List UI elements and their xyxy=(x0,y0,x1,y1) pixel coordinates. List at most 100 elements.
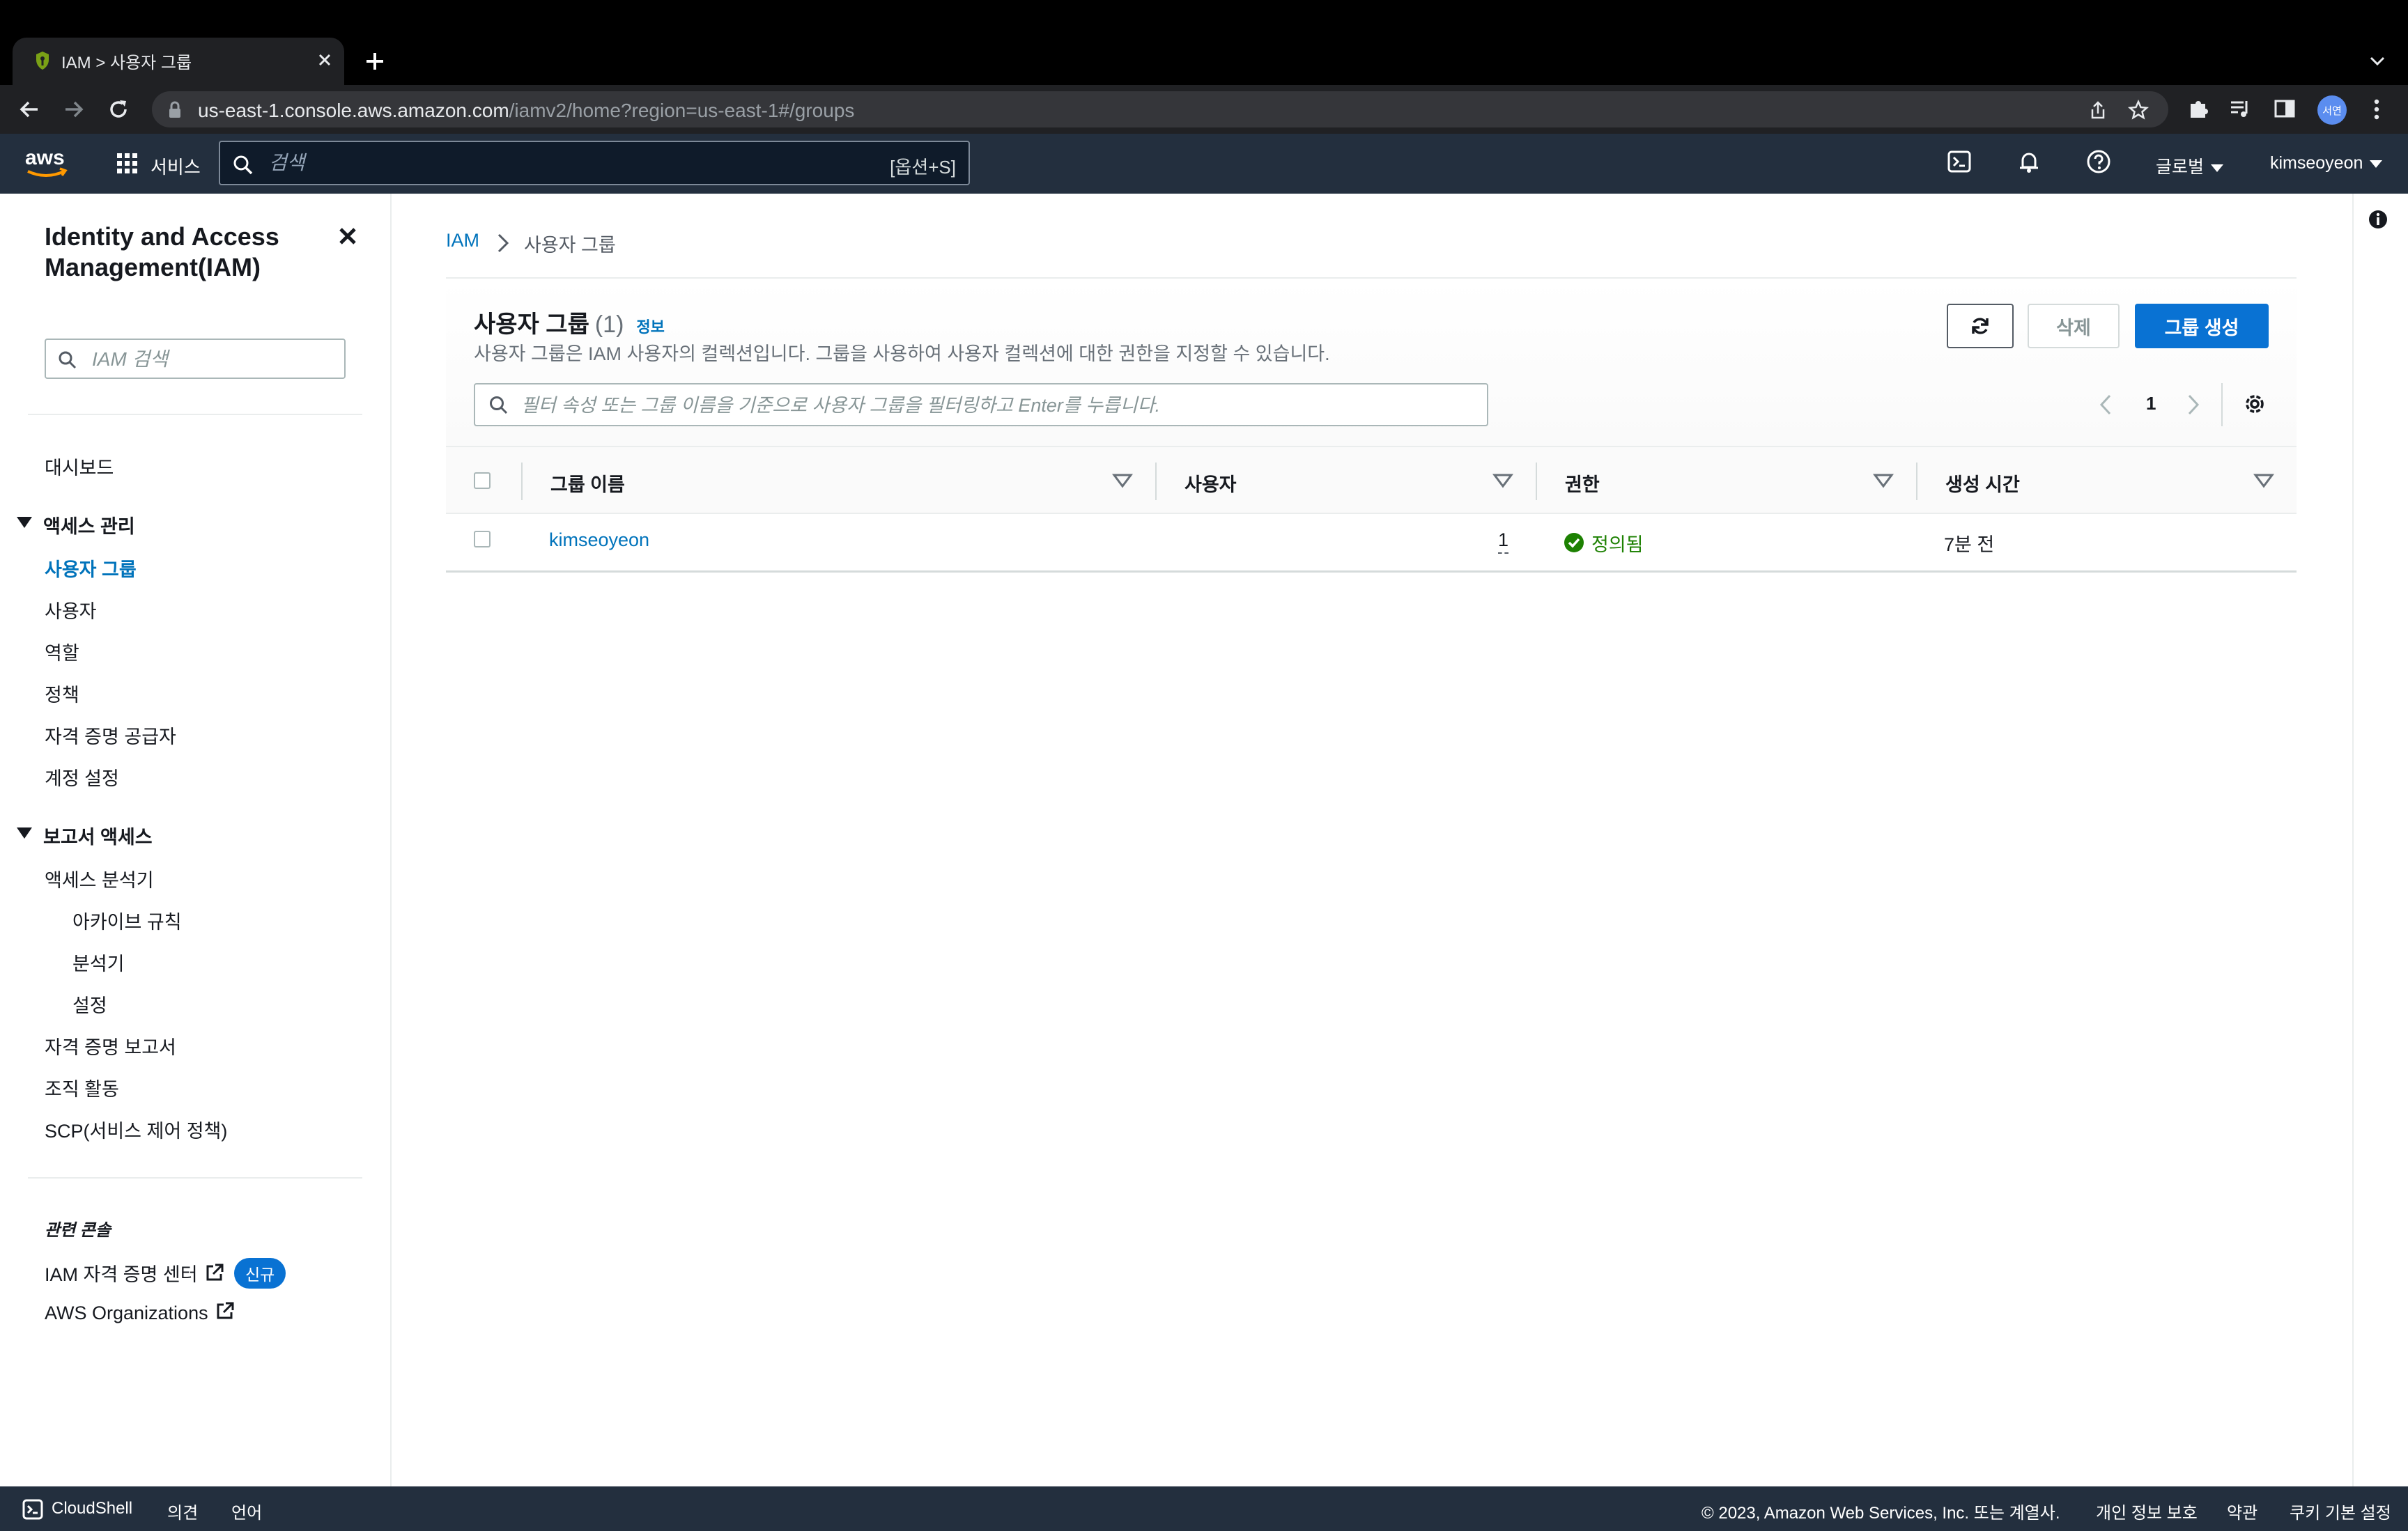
cloudshell-icon[interactable] xyxy=(22,1499,43,1520)
sidebar-item-dashboard[interactable]: 대시보드 xyxy=(45,453,114,480)
sidebar-divider xyxy=(28,1177,362,1179)
extensions-puzzle-icon[interactable] xyxy=(2186,97,2210,121)
footer-feedback-link[interactable]: 의견 xyxy=(167,1499,198,1523)
sidebar-section-access-reports[interactable]: 보고서 액세스 xyxy=(43,822,153,849)
forward-arrow-icon[interactable] xyxy=(61,97,86,122)
address-bar[interactable]: us-east-1.console.aws.amazon.com/iamv2/h… xyxy=(152,91,2168,127)
column-header-creation-time[interactable]: 생성 시간 xyxy=(1945,469,2020,497)
tab-title: IAM > 사용자 그룹 xyxy=(61,54,192,72)
close-sidebar-icon[interactable] xyxy=(337,226,358,247)
share-icon[interactable] xyxy=(2087,100,2108,121)
footer-language-link[interactable]: 언어 xyxy=(231,1499,262,1523)
aws-search-box[interactable]: [옵션+S] xyxy=(219,141,970,185)
pagination-next-chevron-right-icon[interactable] xyxy=(2185,393,2202,417)
profile-avatar[interactable]: 서연 xyxy=(2317,95,2347,125)
sort-caret-down-icon[interactable] xyxy=(1112,472,1133,489)
sidebar-item-user-groups[interactable]: 사용자 그룹 xyxy=(45,554,137,582)
account-menu[interactable]: kimseoyeon xyxy=(2270,153,2383,173)
help-question-icon[interactable] xyxy=(2086,149,2111,174)
breadcrumb-chevron-right-icon xyxy=(495,233,511,254)
sidebar-item-scp[interactable]: SCP(서비스 제어 정책) xyxy=(45,1116,227,1143)
side-panel-icon[interactable] xyxy=(2273,97,2297,121)
aws-search-input[interactable] xyxy=(269,149,812,177)
column-divider xyxy=(1536,463,1537,500)
bookmark-star-icon[interactable] xyxy=(2128,100,2149,121)
services-grid-icon[interactable] xyxy=(116,152,139,176)
collapse-triangle-icon[interactable] xyxy=(17,517,32,528)
services-menu-label[interactable]: 서비스 xyxy=(150,153,201,179)
back-arrow-icon[interactable] xyxy=(17,97,42,122)
url-path: /iamv2/home?region=us-east-1#/groups xyxy=(509,100,855,121)
iam-favicon-icon xyxy=(33,50,52,71)
media-queue-icon[interactable] xyxy=(2228,97,2252,121)
aws-top-nav: aws 서비스 [옵션+S] 글로벌 kimseoyeon xyxy=(0,134,2408,194)
pagination-prev-chevron-left-icon[interactable] xyxy=(2097,393,2114,417)
create-group-button[interactable]: 그룹 생성 xyxy=(2135,304,2269,348)
iam-search-box[interactable] xyxy=(45,339,346,379)
footer-cloudshell-link[interactable]: CloudShell xyxy=(52,1499,132,1518)
footer-privacy-link[interactable]: 개인 정보 보호 xyxy=(2096,1499,2198,1523)
sidebar-link-organizations[interactable]: AWS Organizations xyxy=(45,1301,235,1324)
tab-close-icon[interactable] xyxy=(312,47,337,72)
sidebar-item-identity-providers[interactable]: 자격 증명 공급자 xyxy=(45,722,176,749)
collapse-triangle-icon[interactable] xyxy=(17,827,32,839)
column-header-users[interactable]: 사용자 xyxy=(1184,469,1237,497)
user-groups-panel: 사용자 그룹 (1) 정보 사용자 그룹은 IAM 사용자의 컬렉션입니다. 그룹을… xyxy=(446,277,2297,573)
sort-caret-down-icon[interactable] xyxy=(1873,472,1894,489)
panel-title-text: 사용자 그룹 xyxy=(474,311,589,338)
table-preferences-gear-icon[interactable] xyxy=(2242,391,2267,417)
iam-search-input[interactable] xyxy=(92,347,329,372)
aws-logo-text: aws xyxy=(25,146,65,169)
refresh-button[interactable] xyxy=(1947,304,2014,348)
notifications-bell-icon[interactable] xyxy=(2016,149,2042,174)
delete-button[interactable]: 삭제 xyxy=(2028,304,2120,348)
sidebar-title: Identity and Access Management(IAM) xyxy=(45,222,279,281)
sidebar-item-archive-rules[interactable]: 아카이브 규칙 xyxy=(72,907,182,934)
footer-cookies-link[interactable]: 쿠키 기본 설정 xyxy=(2290,1499,2391,1523)
sidebar-item-organization-activity[interactable]: 조직 활동 xyxy=(45,1074,119,1101)
sort-caret-down-icon[interactable] xyxy=(2253,472,2274,489)
sidebar-item-access-analyzer[interactable]: 액세스 분석기 xyxy=(45,865,154,892)
reload-icon[interactable] xyxy=(106,97,131,122)
new-tab-icon[interactable] xyxy=(361,47,389,75)
group-filter-box[interactable] xyxy=(474,383,1488,426)
creation-time: 7분 전 xyxy=(1944,534,1995,555)
external-link-icon xyxy=(205,1263,224,1282)
row-checkbox[interactable] xyxy=(474,531,491,547)
aws-logo[interactable]: aws xyxy=(24,146,70,181)
table-row[interactable]: kimseoyeon 1 정의됨 7분 전 xyxy=(446,514,2297,573)
info-link[interactable]: 정보 xyxy=(636,318,664,336)
sidebar-link-identity-center[interactable]: IAM 자격 증명 센터 xyxy=(45,1259,224,1287)
related-consoles-heading: 관련 콘솔 xyxy=(45,1221,111,1240)
sidebar-item-analyzers[interactable]: 분석기 xyxy=(72,949,125,976)
sidebar-item-policies[interactable]: 정책 xyxy=(45,680,79,707)
sort-caret-down-icon[interactable] xyxy=(1492,472,1513,489)
sidebar-item-analyzer-settings[interactable]: 설정 xyxy=(72,990,107,1018)
column-header-permissions[interactable]: 권한 xyxy=(1565,469,1600,497)
external-link-icon xyxy=(215,1301,235,1321)
sidebar-section-access-management[interactable]: 액세스 관리 xyxy=(43,511,135,538)
sidebar-item-users[interactable]: 사용자 xyxy=(45,596,97,623)
info-panel-icon[interactable] xyxy=(2368,209,2388,230)
column-header-group-name[interactable]: 그룹 이름 xyxy=(550,469,625,497)
region-selector[interactable]: 글로벌 xyxy=(2156,153,2224,178)
sidebar-item-credential-report[interactable]: 자격 증명 보고서 xyxy=(45,1032,176,1059)
table-header: 그룹 이름 사용자 권한 생성 시간 xyxy=(446,446,2297,514)
region-label: 글로벌 xyxy=(2156,157,2205,177)
breadcrumb-iam-link[interactable]: IAM xyxy=(446,230,479,251)
caret-down-icon xyxy=(2211,164,2224,172)
browser-menu-icon[interactable] xyxy=(2366,97,2387,122)
pagination-current-page[interactable]: 1 xyxy=(2146,393,2156,414)
sidebar-item-roles[interactable]: 역할 xyxy=(45,638,79,665)
lock-icon[interactable] xyxy=(167,101,183,119)
tab-search-chevron-down-icon[interactable] xyxy=(2365,49,2390,74)
group-filter-input[interactable] xyxy=(521,391,1469,419)
footer-terms-link[interactable]: 약관 xyxy=(2227,1499,2258,1523)
user-count[interactable]: 1 xyxy=(1498,529,1509,554)
cloudshell-icon[interactable] xyxy=(1947,149,1972,174)
sidebar-item-account-settings[interactable]: 계정 설정 xyxy=(45,763,119,791)
select-all-checkbox[interactable] xyxy=(474,472,491,489)
browser-tab-strip: IAM > 사용자 그룹 xyxy=(0,0,2408,85)
group-name-link[interactable]: kimseoyeon xyxy=(549,529,649,551)
browser-tab[interactable]: IAM > 사용자 그룹 xyxy=(13,38,344,85)
